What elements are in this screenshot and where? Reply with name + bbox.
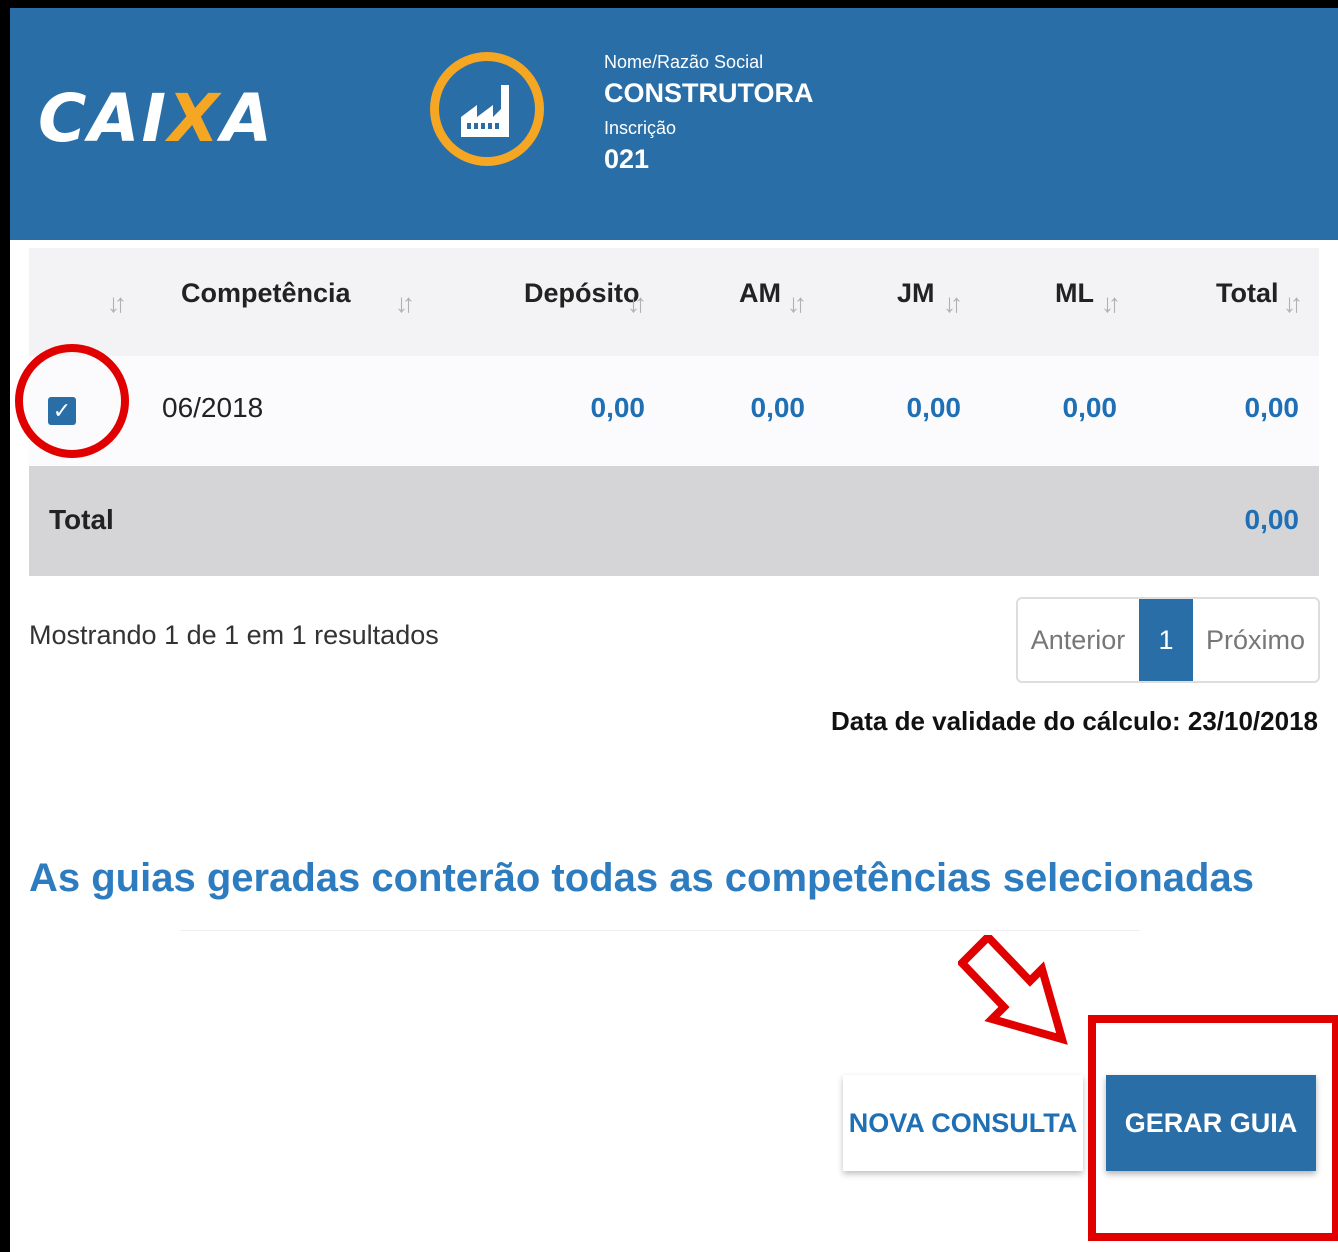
col-jm[interactable]: JM <box>897 278 935 309</box>
gerar-guia-button[interactable]: GERAR GUIA <box>1106 1075 1316 1171</box>
cell-deposito: 0,00 <box>590 392 646 423</box>
cell-total: 0,00 <box>1244 392 1300 423</box>
cell-competencia: 06/2018 <box>162 392 264 423</box>
pagination: Anterior 1 Próximo <box>1016 597 1320 683</box>
frame-border-left <box>0 0 10 1252</box>
col-ml[interactable]: ML <box>1055 278 1094 309</box>
company-avatar <box>430 52 544 166</box>
header-bar: CAIXA Nome/Razão Social CONSTRUTORA Insc… <box>10 8 1338 240</box>
total-label: Total <box>49 504 114 535</box>
annotation-arrow-icon <box>958 935 1068 1045</box>
col-deposito[interactable]: Depósito <box>524 278 640 309</box>
nova-consulta-button[interactable]: NOVA CONSULTA <box>843 1075 1083 1171</box>
inscricao-label: Inscrição <box>604 118 677 138</box>
col-total[interactable]: Total <box>1216 278 1279 309</box>
sort-total-icon[interactable]: ↓↑ <box>1283 288 1303 319</box>
sort-select-icon[interactable]: ↓↑ <box>107 288 127 319</box>
name-label: Nome/Razão Social <box>604 52 764 72</box>
inscricao-value: 021 <box>604 144 650 174</box>
highlight-circle <box>15 344 129 458</box>
table-header: ↓↑ Competência ↓↑ Depósito ↓↑ AM ↓↑ JM ↓… <box>29 248 1319 356</box>
caixa-logo: CAIXA <box>38 80 275 157</box>
pagination-prev-button[interactable]: Anterior <box>1018 599 1138 681</box>
info-headline: As guias geradas conterão todas as compe… <box>29 856 1254 900</box>
total-value: 0,00 <box>1244 504 1300 535</box>
sort-ml-icon[interactable]: ↓↑ <box>1101 288 1121 319</box>
cell-ml: 0,00 <box>1062 392 1118 423</box>
results-summary: Mostrando 1 de 1 em 1 resultados <box>29 620 439 650</box>
table-total-row: Total 0,00 <box>29 466 1319 576</box>
divider <box>180 930 1140 931</box>
sort-am-icon[interactable]: ↓↑ <box>787 288 807 319</box>
cell-am: 0,00 <box>750 392 806 423</box>
company-name: CONSTRUTORA <box>604 78 814 108</box>
pagination-next-button[interactable]: Próximo <box>1193 599 1318 681</box>
col-am[interactable]: AM <box>739 278 781 309</box>
factory-icon <box>461 85 509 137</box>
col-competencia[interactable]: Competência <box>181 278 351 309</box>
cell-jm: 0,00 <box>906 392 962 423</box>
table-row: ✓ 06/2018 0,00 0,00 0,00 0,00 0,00 <box>15 344 1319 466</box>
frame-border-top <box>0 0 1338 8</box>
pagination-page-1[interactable]: 1 <box>1139 599 1193 681</box>
validity-date: Data de validade do cálculo: 23/10/2018 <box>830 706 1318 736</box>
sort-deposito-icon[interactable]: ↓↑ <box>627 288 647 319</box>
sort-competencia-icon[interactable]: ↓↑ <box>395 288 415 319</box>
sort-jm-icon[interactable]: ↓↑ <box>943 288 963 319</box>
